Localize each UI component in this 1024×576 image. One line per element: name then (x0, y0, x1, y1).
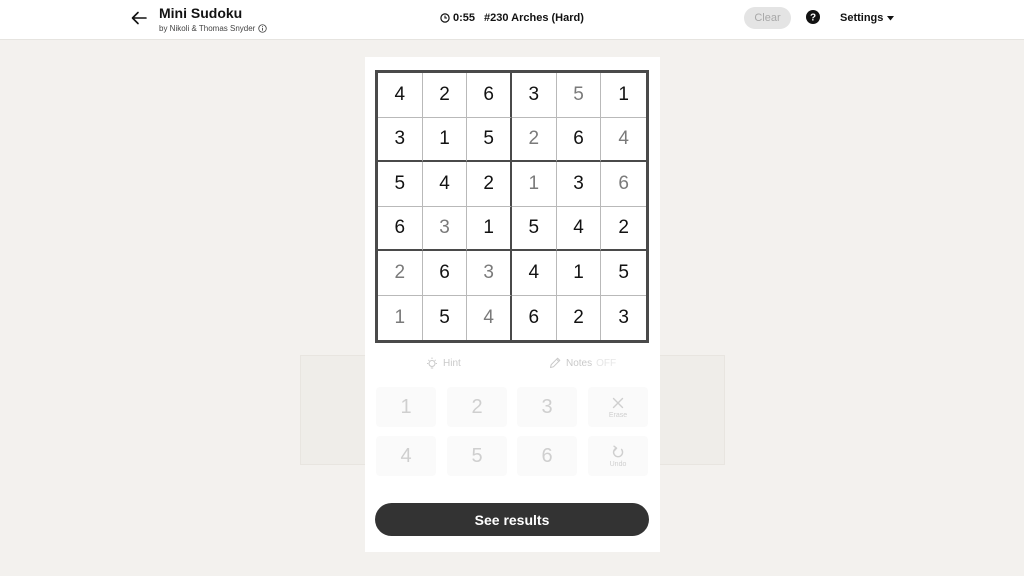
keypad-key[interactable]: 4 (376, 436, 436, 476)
pencil-icon (550, 357, 561, 368)
sudoku-cell[interactable]: 4 (601, 118, 646, 162)
sudoku-cell[interactable]: 2 (378, 251, 423, 296)
hint-label: Hint (443, 357, 461, 369)
sudoku-cell[interactable]: 1 (378, 295, 423, 340)
keypad-key[interactable]: 5 (447, 436, 507, 476)
sudoku-cell[interactable]: 3 (378, 117, 423, 162)
sudoku-cell[interactable]: 3 (467, 251, 512, 296)
notes-label: Notes (566, 357, 593, 369)
sudoku-cell[interactable]: 2 (467, 162, 512, 207)
undo-button[interactable]: Undo (588, 436, 648, 476)
keypad-key[interactable]: 6 (517, 436, 577, 476)
timer-value: 0:55 (453, 12, 476, 24)
title-block: Mini Sudoku by Nikoli & Thomas Snyder (159, 5, 268, 33)
sudoku-cell[interactable]: 6 (422, 251, 468, 296)
app-title: Mini Sudoku (159, 5, 243, 21)
sudoku-cell[interactable]: 3 (556, 162, 602, 207)
puzzle-name: #230 Arches (Hard) (484, 12, 584, 24)
sudoku-cell[interactable]: 6 (556, 117, 602, 162)
sudoku-cell[interactable]: 1 (467, 206, 512, 251)
see-results-button[interactable]: See results (375, 503, 649, 536)
erase-button[interactable]: Erase (588, 387, 648, 427)
sudoku-cell[interactable]: 4 (512, 251, 557, 296)
sudoku-cell[interactable]: 4 (378, 73, 423, 118)
sudoku-cell[interactable]: 5 (423, 295, 468, 340)
sudoku-cell[interactable]: 1 (601, 73, 646, 118)
undo-icon (612, 445, 624, 457)
sudoku-cell[interactable]: 4 (467, 295, 512, 340)
keypad-key[interactable]: 2 (447, 387, 507, 427)
sudoku-cell[interactable]: 5 (601, 251, 646, 296)
settings-label: Settings (840, 12, 884, 24)
caret-down-icon (887, 15, 895, 20)
keypad-key[interactable]: 1 (376, 387, 436, 427)
sudoku-cell[interactable]: 1 (422, 117, 468, 162)
undo-label: Undo (609, 460, 627, 468)
byline-text: by Nikoli & Thomas Snyder (159, 24, 256, 33)
puzzle-info: 0:55 #230 Arches (Hard) (440, 12, 584, 24)
info-icon[interactable] (258, 24, 268, 33)
settings-menu[interactable]: Settings (840, 12, 895, 24)
hint-button[interactable]: Hint (425, 356, 461, 370)
svg-text:?: ? (810, 13, 816, 24)
sudoku-cell[interactable]: 5 (378, 162, 423, 207)
sudoku-cell[interactable]: 4 (556, 206, 602, 251)
byline: by Nikoli & Thomas Snyder (159, 24, 268, 33)
sudoku-cell[interactable]: 6 (378, 206, 423, 251)
sudoku-cell[interactable]: 1 (556, 251, 602, 296)
lightbulb-icon (427, 357, 437, 369)
clear-button[interactable]: Clear (744, 7, 791, 29)
sudoku-cell[interactable]: 1 (512, 162, 557, 207)
sudoku-cell[interactable]: 3 (601, 296, 646, 341)
sudoku-cell[interactable]: 5 (512, 206, 557, 251)
erase-label: Erase (608, 411, 628, 419)
keypad-key[interactable]: 3 (517, 387, 577, 427)
top-bar: Mini Sudoku by Nikoli & Thomas Snyder 0:… (0, 0, 1024, 40)
sudoku-cell[interactable]: 4 (422, 162, 468, 207)
sudoku-cell[interactable]: 2 (422, 73, 468, 118)
sudoku-cell[interactable]: 2 (601, 207, 646, 251)
sudoku-cell[interactable]: 3 (512, 73, 557, 118)
sudoku-cell[interactable]: 3 (422, 206, 468, 251)
close-icon (612, 397, 624, 408)
clock-icon (440, 13, 450, 23)
sudoku-cell[interactable]: 2 (512, 117, 557, 162)
sudoku-cell[interactable]: 5 (467, 117, 512, 162)
sudoku-cell[interactable]: 6 (512, 295, 557, 340)
sudoku-cell[interactable]: 5 (556, 73, 602, 118)
notes-state: OFF (596, 357, 617, 369)
timer: 0:55 (440, 12, 475, 24)
sudoku-cell[interactable]: 6 (601, 162, 646, 207)
help-icon[interactable]: ? (806, 10, 820, 24)
sudoku-board: 426351315264542136631542263415154623 (375, 70, 649, 343)
back-arrow-icon[interactable] (130, 9, 148, 27)
sudoku-cell[interactable]: 2 (557, 295, 602, 340)
notes-toggle[interactable]: Notes OFF (548, 356, 616, 370)
sudoku-cell[interactable]: 6 (467, 73, 512, 118)
